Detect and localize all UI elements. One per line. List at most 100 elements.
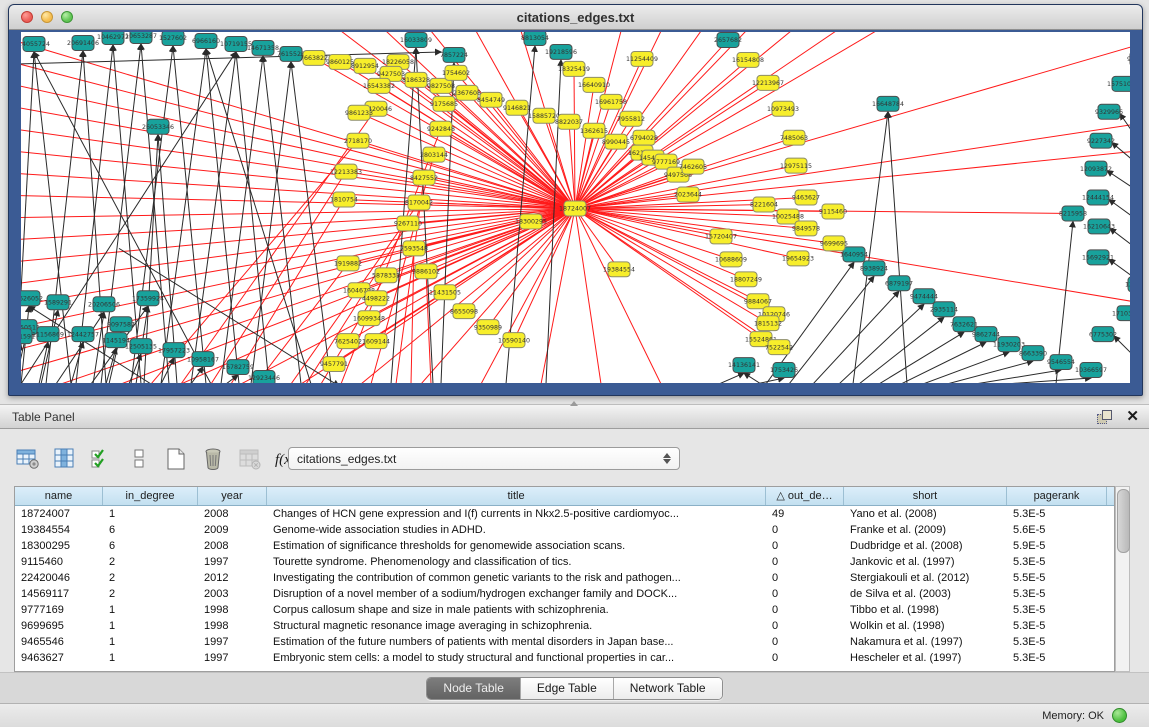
graph-hub-node[interactable]: 18724007 <box>559 201 591 216</box>
graph-node[interactable]: 12213383 <box>330 164 362 179</box>
red-edge[interactable] <box>21 64 575 209</box>
graph-node[interactable]: 8186328 <box>402 72 430 87</box>
black-edge[interactable] <box>1110 228 1130 244</box>
black-edge[interactable] <box>1005 378 1091 383</box>
black-edge[interactable] <box>859 317 944 383</box>
graph-node[interactable]: 15751074 <box>1107 76 1130 91</box>
graph-node[interactable]: 8663390 <box>1019 346 1047 361</box>
table-row[interactable]: 2242004622012Investigating the contribut… <box>15 570 1114 586</box>
table-selector-dropdown[interactable]: citations_edges.txt <box>288 447 680 470</box>
graph-node[interactable]: 8912954 <box>351 58 379 73</box>
graph-node[interactable]: 7485063 <box>780 130 808 145</box>
graph-node[interactable]: 8813054 <box>521 32 549 45</box>
graph-node[interactable]: 9175685 <box>430 96 458 111</box>
black-edge[interactable] <box>21 52 441 64</box>
graph-node[interactable]: 9861233 <box>345 105 373 120</box>
graph-node[interactable]: 1216042 <box>1125 277 1130 292</box>
graph-node[interactable]: 8170042 <box>405 195 433 210</box>
black-edge[interactable] <box>141 44 169 383</box>
graph-node[interactable]: 10973493 <box>767 101 799 116</box>
graph-node[interactable]: 1810754 <box>330 192 358 207</box>
column-header-pagerank[interactable]: pagerank <box>1007 487 1107 505</box>
graph-node[interactable]: 16648784 <box>872 96 904 111</box>
graph-node[interactable]: 7462605 <box>679 159 707 174</box>
graph-node[interactable]: 9097587 <box>107 317 135 332</box>
graph-node[interactable]: 12093872 <box>1080 161 1112 176</box>
graph-node[interactable]: 4498222 <box>362 291 390 306</box>
graph-node[interactable]: 9146821 <box>503 100 531 115</box>
graph-node[interactable]: 19654923 <box>782 251 814 266</box>
graph-node[interactable]: 7663822 <box>300 50 328 65</box>
graph-node[interactable]: 7625402 <box>334 334 362 349</box>
graph-node[interactable]: 8215958 <box>1059 206 1087 221</box>
graph-node[interactable]: 9862744 <box>972 327 1000 342</box>
black-edge[interactable] <box>923 352 1009 383</box>
graph-node[interactable]: 2935114 <box>930 302 958 317</box>
graph-node[interactable]: 15720407 <box>705 229 737 244</box>
graph-node[interactable]: 8938924 <box>860 261 888 276</box>
graph-node[interactable]: 16210643 <box>1083 219 1115 234</box>
graph-node[interactable]: 18300295 <box>515 214 547 229</box>
black-edge[interactable] <box>1114 336 1130 353</box>
red-edge[interactable] <box>574 69 575 209</box>
graph-node[interactable]: 19218596 <box>545 44 577 59</box>
tab-edge-table[interactable]: Edge Table <box>521 678 614 699</box>
graph-node[interactable]: 8990445 <box>602 134 630 149</box>
graph-node[interactable]: 19384554 <box>603 262 635 277</box>
graph-node[interactable]: 26053346 <box>142 119 174 134</box>
graph-node[interactable]: 7857224 <box>440 47 468 62</box>
graph-node[interactable]: 9329966 <box>1095 104 1123 119</box>
graph-node[interactable]: 16640910 <box>578 77 610 92</box>
graph-node[interactable]: 14671358 <box>247 40 279 55</box>
graph-node[interactable]: 10653287 <box>125 32 157 43</box>
table-row[interactable]: 1938455462009Genome-wide association stu… <box>15 522 1114 538</box>
graph-node[interactable]: 7593548 <box>400 241 428 256</box>
graph-node[interactable]: 9457791 <box>320 357 348 372</box>
red-edge[interactable] <box>575 47 1130 209</box>
column-header-short[interactable]: short <box>844 487 1007 505</box>
graph-node[interactable]: 12505135 <box>125 339 157 354</box>
graph-node[interactable]: 2718170 <box>344 133 372 148</box>
graph-node[interactable]: 1753426 <box>770 363 798 378</box>
black-edge[interactable] <box>888 112 907 383</box>
black-edge[interactable] <box>1107 171 1130 187</box>
graph-node[interactable]: 9267110 <box>394 216 422 231</box>
select-all-icon[interactable] <box>88 445 116 473</box>
scrollbar-thumb[interactable] <box>1117 489 1130 553</box>
graph-node[interactable]: 11431505 <box>429 285 461 300</box>
graph-node[interactable]: 9886102 <box>412 264 440 279</box>
column-header-out_de[interactable]: △ out_de… <box>766 487 844 505</box>
graph-node[interactable]: 8427552 <box>410 170 438 185</box>
graph-node[interactable]: 7632621 <box>950 317 978 332</box>
black-edge[interactable] <box>1109 200 1130 216</box>
graph-node[interactable]: 6794028 <box>630 130 658 145</box>
panel-drag-handle[interactable] <box>570 401 578 406</box>
graph-node[interactable]: 10688609 <box>715 252 747 267</box>
row-height-icon[interactable] <box>125 445 153 473</box>
table-settings-icon[interactable] <box>14 445 42 473</box>
graph-node[interactable]: 12442757 <box>67 327 99 342</box>
graph-node[interactable]: 20691406 <box>67 35 99 50</box>
network-canvas[interactable]: 1405572420691406104629721065328715276026… <box>21 32 1130 383</box>
graph-node[interactable]: 18807249 <box>730 272 762 287</box>
column-header-year[interactable]: year <box>198 487 267 505</box>
table-row[interactable]: 969969511998Structural magnetic resonanc… <box>15 618 1114 634</box>
graph-node[interactable]: 10958167 <box>187 352 219 367</box>
table-row[interactable]: 977716911998Corpus callosum shape and si… <box>15 602 1114 618</box>
black-edge[interactable] <box>1112 143 1130 159</box>
graph-node[interactable]: 1754602 <box>442 65 470 80</box>
black-edge[interactable] <box>191 52 236 383</box>
black-edge[interactable] <box>744 373 761 383</box>
black-edge[interactable] <box>947 361 1033 383</box>
tab-network-table[interactable]: Network Table <box>614 678 722 699</box>
graph-node[interactable]: 1609144 <box>362 334 390 349</box>
graph-node[interactable]: 1589291 <box>44 295 72 310</box>
graph-node[interactable]: 9115460 <box>819 204 847 219</box>
graph-node[interactable]: 1919882 <box>334 256 362 271</box>
black-edge[interactable] <box>879 332 964 383</box>
graph-node[interactable]: 16543382 <box>363 78 395 93</box>
graph-node[interactable]: 7955812 <box>617 111 645 126</box>
graph-node[interactable]: 10366597 <box>1075 363 1107 378</box>
graph-node[interactable]: 8221604 <box>750 197 778 212</box>
graph-node[interactable]: 9242848 <box>427 121 455 136</box>
